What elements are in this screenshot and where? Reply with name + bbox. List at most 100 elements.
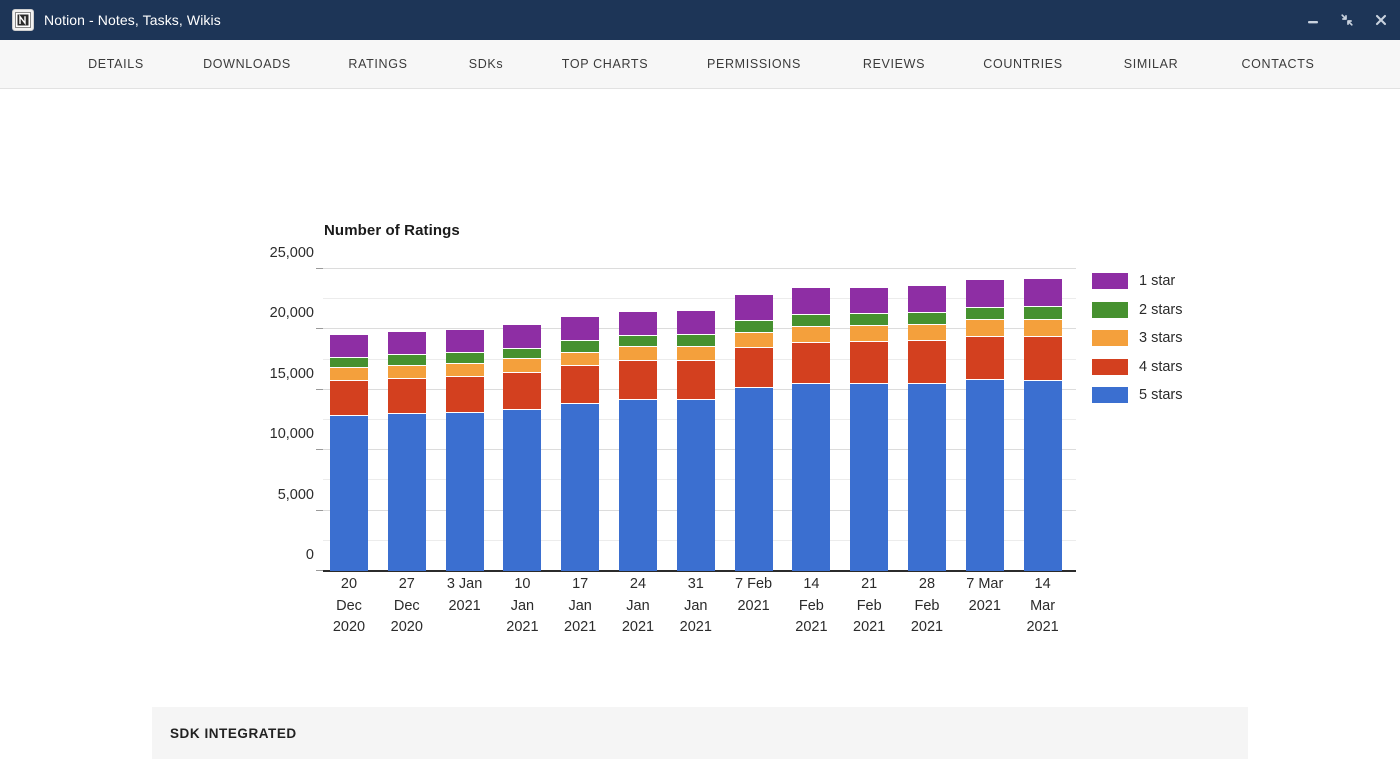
bar-segment[interactable] [445,328,484,353]
bar-segment[interactable] [619,334,657,347]
bar-segment[interactable] [1023,336,1062,380]
bar-segment[interactable] [965,278,1004,308]
bar-11[interactable] [908,284,946,571]
bar-segment[interactable] [503,324,542,348]
bar-12[interactable] [965,278,1004,571]
bar-segment[interactable] [908,324,946,341]
bar-segment[interactable] [561,403,600,571]
legend-item[interactable]: 1 star [1092,267,1183,296]
legend-item[interactable]: 3 stars [1092,324,1183,353]
bar-segment[interactable] [561,340,600,352]
bar-8[interactable] [734,293,773,571]
bar-segment[interactable] [619,360,657,399]
bar-segment[interactable] [734,346,773,388]
bar-segment[interactable] [387,354,426,366]
bar-segment[interactable] [1023,306,1062,319]
bar-segment[interactable] [503,358,542,372]
bar-segment[interactable] [850,313,889,326]
tab-top-charts[interactable]: TOP CHARTS [534,57,676,71]
tab-details[interactable]: DETAILS [56,57,176,71]
bar-segment[interactable] [1023,379,1062,571]
bar-segment[interactable] [387,377,426,414]
bar-6[interactable] [619,310,657,571]
tab-ratings[interactable]: RATINGS [318,57,438,71]
ratings-stacked-bar-chart: 0 5,000 10,000 15,000 20,000 25,000 20 Dec 2020… [270,245,1076,635]
x-axis-label-line: 2021 [679,619,712,635]
bar-segment[interactable] [908,311,946,324]
bar-segment[interactable] [445,363,484,376]
bar-segment[interactable] [445,375,484,413]
bar-segment[interactable] [792,341,831,383]
bar-segment[interactable] [734,331,773,347]
bar-segment[interactable] [676,398,715,571]
bar-segment[interactable] [330,334,368,357]
bar-segment[interactable] [965,378,1004,571]
bar-segment[interactable] [734,319,773,332]
tab-countries[interactable]: COUNTRIES [956,57,1090,71]
bar-segment[interactable] [908,340,946,383]
bar-segment[interactable] [445,352,484,364]
bar-segment[interactable] [965,319,1004,337]
legend-item[interactable]: 4 stars [1092,353,1183,382]
legend-item[interactable]: 5 stars [1092,381,1183,410]
close-icon[interactable] [1372,11,1390,29]
bar-segment[interactable] [850,325,889,341]
bar-10[interactable] [850,286,889,571]
bar-2[interactable] [387,331,426,571]
bar-4[interactable] [503,324,542,571]
bar-segment[interactable] [908,382,946,571]
bar-segment[interactable] [445,412,484,571]
bar-3[interactable] [445,328,484,571]
x-axis-label-line: 27 [398,576,415,592]
bar-segment[interactable] [387,331,426,355]
bar-segment[interactable] [792,313,831,326]
tab-contacts[interactable]: CONTACTS [1212,57,1344,71]
bar-segment[interactable] [330,367,368,380]
bar-1[interactable] [330,334,368,571]
tab-downloads[interactable]: DOWNLOADS [176,57,318,71]
bar-segment[interactable] [1023,278,1062,307]
tab-reviews[interactable]: REVIEWS [832,57,956,71]
bar-segment[interactable] [330,356,368,368]
bar-segment[interactable] [561,351,600,366]
bar-segment[interactable] [387,365,426,378]
bar-7[interactable] [676,309,715,571]
legend-item[interactable]: 2 stars [1092,296,1183,325]
minimize-icon[interactable] [1304,11,1322,29]
bar-segment[interactable] [734,387,773,571]
bar-segment[interactable] [619,310,657,335]
bar-5[interactable] [561,316,600,571]
bar-segment[interactable] [503,347,542,359]
bar-segment[interactable] [676,334,715,346]
bar-segment[interactable] [330,379,368,415]
bar-segment[interactable] [965,307,1004,320]
bar-segment[interactable] [387,413,426,571]
bar-segment[interactable] [850,340,889,383]
restore-icon[interactable] [1338,11,1356,29]
bar-segment[interactable] [734,293,773,320]
bar-segment[interactable] [676,345,715,360]
bar-segment[interactable] [792,382,831,571]
tab-permissions[interactable]: PERMISSIONS [676,57,832,71]
bar-segment[interactable] [908,284,946,312]
bar-segment[interactable] [676,309,715,335]
bar-segment[interactable] [792,325,831,342]
bar-segment[interactable] [965,336,1004,379]
bar-segment[interactable] [330,414,368,571]
tab-sdks[interactable]: SDKs [438,57,534,71]
bar-segment[interactable] [503,408,542,571]
tab-similar[interactable]: SIMILAR [1090,57,1212,71]
bar-segment[interactable] [561,365,600,404]
bar-segment[interactable] [503,371,542,409]
bar-segment[interactable] [561,316,600,341]
sdk-integrated-panel[interactable]: SDK INTEGRATED [152,707,1248,759]
bar-segment[interactable] [676,359,715,399]
bar-segment[interactable] [850,382,889,571]
bar-segment[interactable] [1023,318,1062,337]
bar-segment[interactable] [850,286,889,314]
bar-segment[interactable] [792,287,831,314]
bar-13[interactable] [1023,278,1062,571]
bar-9[interactable] [792,287,831,571]
bar-segment[interactable] [619,398,657,571]
bar-segment[interactable] [619,346,657,361]
